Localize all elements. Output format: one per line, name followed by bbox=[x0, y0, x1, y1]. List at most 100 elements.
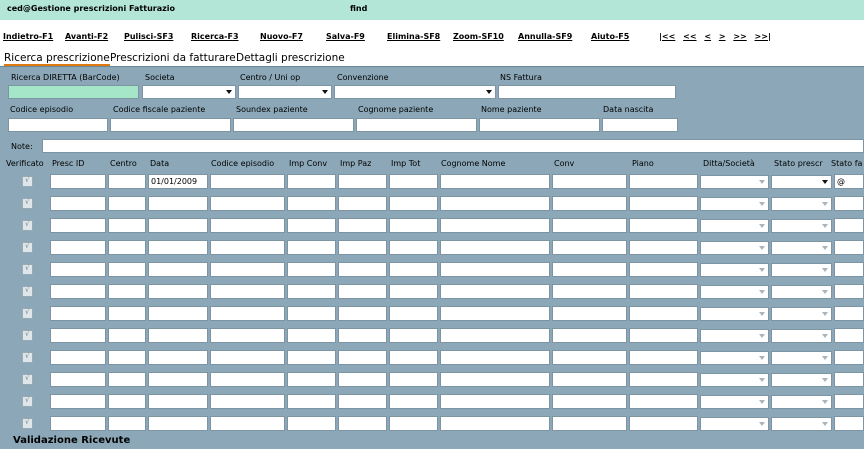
imp-paz-cell[interactable] bbox=[338, 416, 387, 431]
cognome-nome-cell[interactable] bbox=[440, 416, 550, 431]
imp-paz-cell[interactable] bbox=[338, 218, 387, 233]
imp-tot-cell[interactable] bbox=[389, 372, 438, 387]
imp-paz-cell[interactable] bbox=[338, 240, 387, 255]
imp-conv-cell[interactable] bbox=[287, 240, 336, 255]
stato-prescr-select[interactable] bbox=[771, 175, 832, 189]
imp-conv-cell[interactable] bbox=[287, 262, 336, 277]
imp-paz-cell[interactable] bbox=[338, 262, 387, 277]
zoom-button[interactable]: Zoom-SF10 bbox=[453, 32, 504, 41]
imp-tot-cell[interactable] bbox=[389, 240, 438, 255]
stato-fa-cell[interactable] bbox=[834, 284, 864, 299]
cognome-nome-cell[interactable] bbox=[440, 394, 550, 409]
stato-fa-cell[interactable] bbox=[834, 240, 864, 255]
imp-paz-cell[interactable] bbox=[338, 306, 387, 321]
verificato-checkbox[interactable]: √ bbox=[22, 264, 33, 275]
stato-prescr-select[interactable] bbox=[771, 307, 832, 321]
tab-dettagli-prescrizione[interactable]: Dettagli prescrizione bbox=[236, 52, 345, 64]
stato-prescr-select[interactable] bbox=[771, 417, 832, 431]
imp-paz-cell[interactable] bbox=[338, 372, 387, 387]
annulla-button[interactable]: Annulla-SF9 bbox=[518, 32, 572, 41]
salva-button[interactable]: Salva-F9 bbox=[326, 32, 365, 41]
elimina-button[interactable]: Elimina-SF8 bbox=[387, 32, 440, 41]
ditta-societa-select[interactable] bbox=[700, 307, 769, 321]
codice-fiscale-input[interactable] bbox=[110, 118, 231, 132]
imp-conv-cell[interactable] bbox=[287, 416, 336, 431]
verificato-checkbox[interactable]: √ bbox=[22, 242, 33, 253]
stato-prescr-select[interactable] bbox=[771, 329, 832, 343]
piano-cell[interactable] bbox=[629, 350, 698, 365]
nav-prev-page-button[interactable]: << bbox=[683, 32, 696, 41]
stato-fa-cell[interactable] bbox=[834, 218, 864, 233]
conv-cell[interactable] bbox=[552, 328, 627, 343]
imp-conv-cell[interactable] bbox=[287, 284, 336, 299]
imp-tot-cell[interactable] bbox=[389, 196, 438, 211]
presc-id-cell[interactable] bbox=[50, 240, 106, 255]
ricerca-button[interactable]: Ricerca-F3 bbox=[191, 32, 239, 41]
cognome-nome-cell[interactable] bbox=[440, 306, 550, 321]
centro-cell[interactable] bbox=[108, 416, 146, 431]
codice-episodio-cell[interactable] bbox=[210, 240, 285, 255]
nav-next-page-button[interactable]: >> bbox=[733, 32, 746, 41]
ditta-societa-select[interactable] bbox=[700, 241, 769, 255]
ditta-societa-select[interactable] bbox=[700, 285, 769, 299]
stato-fa-cell[interactable] bbox=[834, 350, 864, 365]
conv-cell[interactable] bbox=[552, 262, 627, 277]
data-cell[interactable] bbox=[148, 416, 208, 431]
indietro-button[interactable]: Indietro-F1 bbox=[3, 32, 53, 41]
stato-prescr-select[interactable] bbox=[771, 373, 832, 387]
presc-id-cell[interactable] bbox=[50, 306, 106, 321]
stato-prescr-select[interactable] bbox=[771, 263, 832, 277]
nav-next-button[interactable]: > bbox=[719, 32, 726, 41]
imp-conv-cell[interactable] bbox=[287, 328, 336, 343]
ditta-societa-select[interactable] bbox=[700, 175, 769, 189]
piano-cell[interactable] bbox=[629, 262, 698, 277]
verificato-checkbox[interactable]: √ bbox=[22, 352, 33, 363]
cognome-nome-cell[interactable] bbox=[440, 284, 550, 299]
presc-id-cell[interactable] bbox=[50, 262, 106, 277]
cognome-nome-cell[interactable] bbox=[440, 350, 550, 365]
ns-fattura-input[interactable] bbox=[498, 85, 676, 99]
data-cell[interactable] bbox=[148, 218, 208, 233]
codice-episodio-cell[interactable] bbox=[210, 196, 285, 211]
verificato-checkbox[interactable]: √ bbox=[22, 220, 33, 231]
imp-tot-cell[interactable] bbox=[389, 328, 438, 343]
codice-episodio-cell[interactable] bbox=[210, 306, 285, 321]
stato-fa-cell[interactable] bbox=[834, 394, 864, 409]
imp-tot-cell[interactable] bbox=[389, 174, 438, 189]
presc-id-cell[interactable] bbox=[50, 218, 106, 233]
codice-episodio-cell[interactable] bbox=[210, 394, 285, 409]
conv-cell[interactable] bbox=[552, 196, 627, 211]
imp-tot-cell[interactable] bbox=[389, 416, 438, 431]
soundex-input[interactable] bbox=[233, 118, 354, 132]
data-cell[interactable] bbox=[148, 372, 208, 387]
ditta-societa-select[interactable] bbox=[700, 395, 769, 409]
ditta-societa-select[interactable] bbox=[700, 197, 769, 211]
conv-cell[interactable] bbox=[552, 306, 627, 321]
ditta-societa-select[interactable] bbox=[700, 329, 769, 343]
codice-episodio-cell[interactable] bbox=[210, 416, 285, 431]
data-cell[interactable]: 01/01/2009 bbox=[148, 174, 208, 189]
verificato-checkbox[interactable]: √ bbox=[22, 286, 33, 297]
verificato-checkbox[interactable]: √ bbox=[22, 308, 33, 319]
cognome-nome-cell[interactable] bbox=[440, 262, 550, 277]
imp-conv-cell[interactable] bbox=[287, 350, 336, 365]
codice-episodio-cell[interactable] bbox=[210, 284, 285, 299]
centro-cell[interactable] bbox=[108, 284, 146, 299]
codice-episodio-cell[interactable] bbox=[210, 328, 285, 343]
stato-prescr-select[interactable] bbox=[771, 285, 832, 299]
convenzione-select[interactable] bbox=[334, 85, 496, 99]
imp-tot-cell[interactable] bbox=[389, 306, 438, 321]
centro-cell[interactable] bbox=[108, 306, 146, 321]
find-label[interactable]: find bbox=[350, 4, 367, 13]
verificato-checkbox[interactable]: √ bbox=[22, 418, 33, 429]
imp-paz-cell[interactable] bbox=[338, 174, 387, 189]
societa-select[interactable] bbox=[142, 85, 236, 99]
stato-fa-cell[interactable] bbox=[834, 262, 864, 277]
imp-conv-cell[interactable] bbox=[287, 218, 336, 233]
presc-id-cell[interactable] bbox=[50, 350, 106, 365]
imp-paz-cell[interactable] bbox=[338, 284, 387, 299]
stato-prescr-select[interactable] bbox=[771, 395, 832, 409]
data-cell[interactable] bbox=[148, 394, 208, 409]
centro-cell[interactable] bbox=[108, 262, 146, 277]
stato-fa-cell[interactable] bbox=[834, 372, 864, 387]
